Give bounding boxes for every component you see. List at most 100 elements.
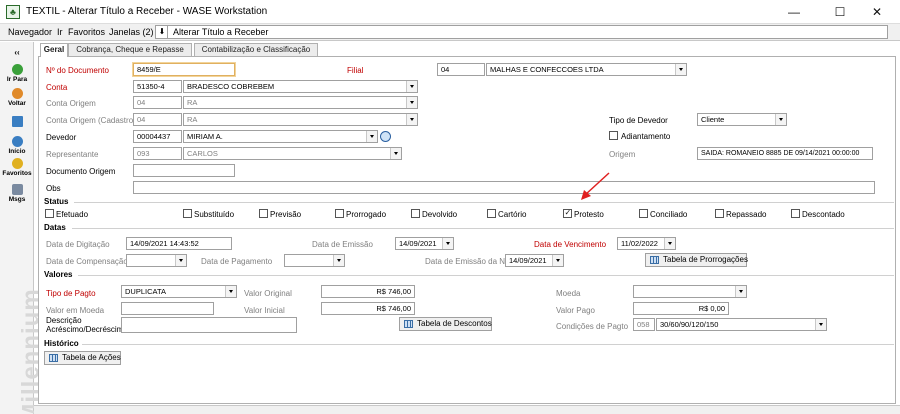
data-emissao-nf-picker[interactable]: 14/09/2021 — [505, 254, 564, 267]
data-vencimento-picker[interactable]: 11/02/2022 — [617, 237, 676, 250]
calendar-dropdown-icon[interactable] — [552, 255, 563, 266]
status-bar — [34, 405, 900, 414]
representante-code-input: 093 — [133, 147, 182, 160]
devedor-search-icon[interactable] — [380, 131, 391, 142]
calendar-dropdown-icon[interactable] — [175, 255, 186, 266]
data-vencimento-value: 11/02/2022 — [621, 239, 658, 248]
chevron-down-icon[interactable] — [406, 81, 417, 92]
maximize-button[interactable]: ☐ — [820, 2, 860, 22]
chevron-down-icon[interactable] — [735, 286, 746, 297]
annotation-arrow-icon — [581, 172, 610, 200]
valor-inicial-label: Valor Inicial — [244, 306, 285, 315]
representante-select: CARLOS — [183, 147, 402, 160]
messages-icon — [11, 184, 23, 195]
obs-input[interactable] — [133, 181, 875, 194]
status-efetuado-label: Efetuado — [56, 210, 89, 219]
tab-cobranca[interactable]: Cobrança, Cheque e Repasse — [68, 43, 192, 56]
chevron-down-icon — [390, 148, 401, 159]
status-repassado-label: Repassado — [726, 210, 767, 219]
chevron-down-icon[interactable] — [225, 286, 236, 297]
menu-favoritos[interactable]: Favoritos — [68, 27, 105, 37]
historico-divider — [82, 344, 894, 345]
status-efetuado-checkbox[interactable] — [45, 209, 54, 218]
condicoes-pagto-select[interactable]: 30/60/90/120/150 — [656, 318, 827, 331]
status-descontado-checkbox[interactable] — [791, 209, 800, 218]
chevron-down-icon[interactable] — [815, 319, 826, 330]
window-title: TEXTIL - Alterar Título a Receber - WASE… — [26, 6, 268, 17]
calendar-dropdown-icon[interactable] — [442, 238, 453, 249]
menu-janelas[interactable]: Janelas (2) — [109, 27, 154, 37]
data-emissao-label: Data de Emissão — [312, 240, 373, 249]
home-icon — [11, 136, 23, 147]
chevron-down-icon[interactable] — [775, 114, 786, 125]
status-protesto-checkbox[interactable] — [563, 208, 572, 218]
valor-moeda-input[interactable] — [121, 302, 214, 315]
data-emissao-nf-value: 14/09/2021 — [509, 256, 547, 265]
num-documento-input[interactable]: 8459/E — [133, 63, 235, 76]
tipo-pagto-select[interactable]: DUPLICATA — [121, 285, 237, 298]
chevron-down-icon[interactable] — [366, 131, 377, 142]
conta-code-input[interactable]: 51350-4 — [133, 80, 182, 93]
calendar-dropdown-icon[interactable] — [333, 255, 344, 266]
breadcrumb-arrow-icon[interactable]: ⬇ — [157, 26, 168, 38]
conta-select[interactable]: BRADESCO COBREBEM — [183, 80, 418, 93]
adiantamento-checkbox[interactable] — [609, 131, 618, 140]
status-cartorio-checkbox[interactable] — [487, 209, 496, 218]
menu-bar: Navegador Ir Favoritos Janelas (2) ⬇ Alt… — [0, 24, 900, 41]
conta-origem-value: RA — [187, 98, 198, 107]
sidebar-item-msgs[interactable]: Msgs — [0, 184, 34, 203]
calendar-dropdown-icon[interactable] — [664, 238, 675, 249]
breadcrumb-text: Alterar Título a Receber — [173, 27, 269, 37]
status-substituido-checkbox[interactable] — [183, 209, 192, 218]
filial-value: MALHAS E CONFECCOES LTDA — [490, 65, 604, 74]
descricao-input[interactable] — [121, 317, 297, 333]
conta-origem-cadastro-code-input: 04 — [133, 113, 182, 126]
sidebar-collapse-icon[interactable]: ‹‹ — [0, 48, 34, 57]
sidebar-item-label: Voltar — [8, 100, 26, 107]
status-repassado-checkbox[interactable] — [715, 209, 724, 218]
condicoes-pagto-code-input[interactable]: 058 — [633, 318, 655, 331]
data-pagamento-picker[interactable] — [284, 254, 345, 267]
sidebar-item-inicio[interactable]: Início — [0, 136, 34, 155]
sidebar-item-favoritos[interactable]: Favoritos — [0, 158, 34, 177]
status-devolvido-checkbox[interactable] — [411, 209, 420, 218]
menu-ir[interactable]: Ir — [57, 27, 63, 37]
data-compensacao-picker[interactable] — [126, 254, 187, 267]
tabela-descontos-button[interactable]: Tabela de Descontos — [399, 317, 492, 331]
datas-section-title: Datas — [44, 223, 66, 232]
conta-origem-cadastro-select: RA — [183, 113, 418, 126]
tipo-devedor-select[interactable]: Cliente — [697, 113, 787, 126]
conta-value: BRADESCO COBREBEM — [187, 82, 275, 91]
tabela-prorrogacoes-label: Tabela de Prorrogações — [663, 255, 748, 264]
chevron-down-icon[interactable] — [675, 64, 686, 75]
moeda-select[interactable] — [633, 285, 747, 298]
minimize-button[interactable]: — — [774, 2, 814, 22]
documento-origem-input[interactable] — [133, 164, 235, 177]
conta-origem-code-input: 04 — [133, 96, 182, 109]
chevron-down-icon — [406, 114, 417, 125]
descricao-label: Descrição — [46, 316, 82, 325]
status-previsao-checkbox[interactable] — [259, 209, 268, 218]
status-conciliado-checkbox[interactable] — [639, 209, 648, 218]
close-button[interactable]: ✕ — [857, 2, 897, 22]
sidebar-item-voltar[interactable]: Voltar — [0, 88, 34, 107]
status-descontado-label: Descontado — [802, 210, 845, 219]
table-icon — [49, 354, 58, 362]
tabela-acoes-button[interactable]: Tabela de Ações — [44, 351, 121, 365]
tabela-acoes-label: Tabela de Ações — [62, 353, 121, 362]
data-emissao-value: 14/09/2021 — [399, 239, 437, 248]
filial-select[interactable]: MALHAS E CONFECCOES LTDA — [486, 63, 687, 76]
status-prorrogado-checkbox[interactable] — [335, 209, 344, 218]
devedor-code-input[interactable]: 00004437 — [133, 130, 182, 143]
sidebar-item-document[interactable] — [0, 116, 34, 128]
filial-code-input[interactable]: 04 — [437, 63, 485, 76]
tabela-prorrogacoes-button[interactable]: Tabela de Prorrogações — [645, 253, 748, 267]
tab-geral[interactable]: Geral — [40, 43, 68, 57]
devedor-select[interactable]: MIRIAM A. — [183, 130, 378, 143]
sidebar-item-label: Favoritos — [2, 170, 32, 177]
data-emissao-picker[interactable]: 14/09/2021 — [395, 237, 454, 250]
sidebar-item-ir-para[interactable]: Ir Para — [0, 64, 34, 83]
tab-contabilizacao[interactable]: Contabilização e Classificação — [194, 43, 318, 56]
menu-navegador[interactable]: Navegador — [8, 27, 52, 37]
valor-original-input: R$ 746,00 — [321, 285, 415, 298]
